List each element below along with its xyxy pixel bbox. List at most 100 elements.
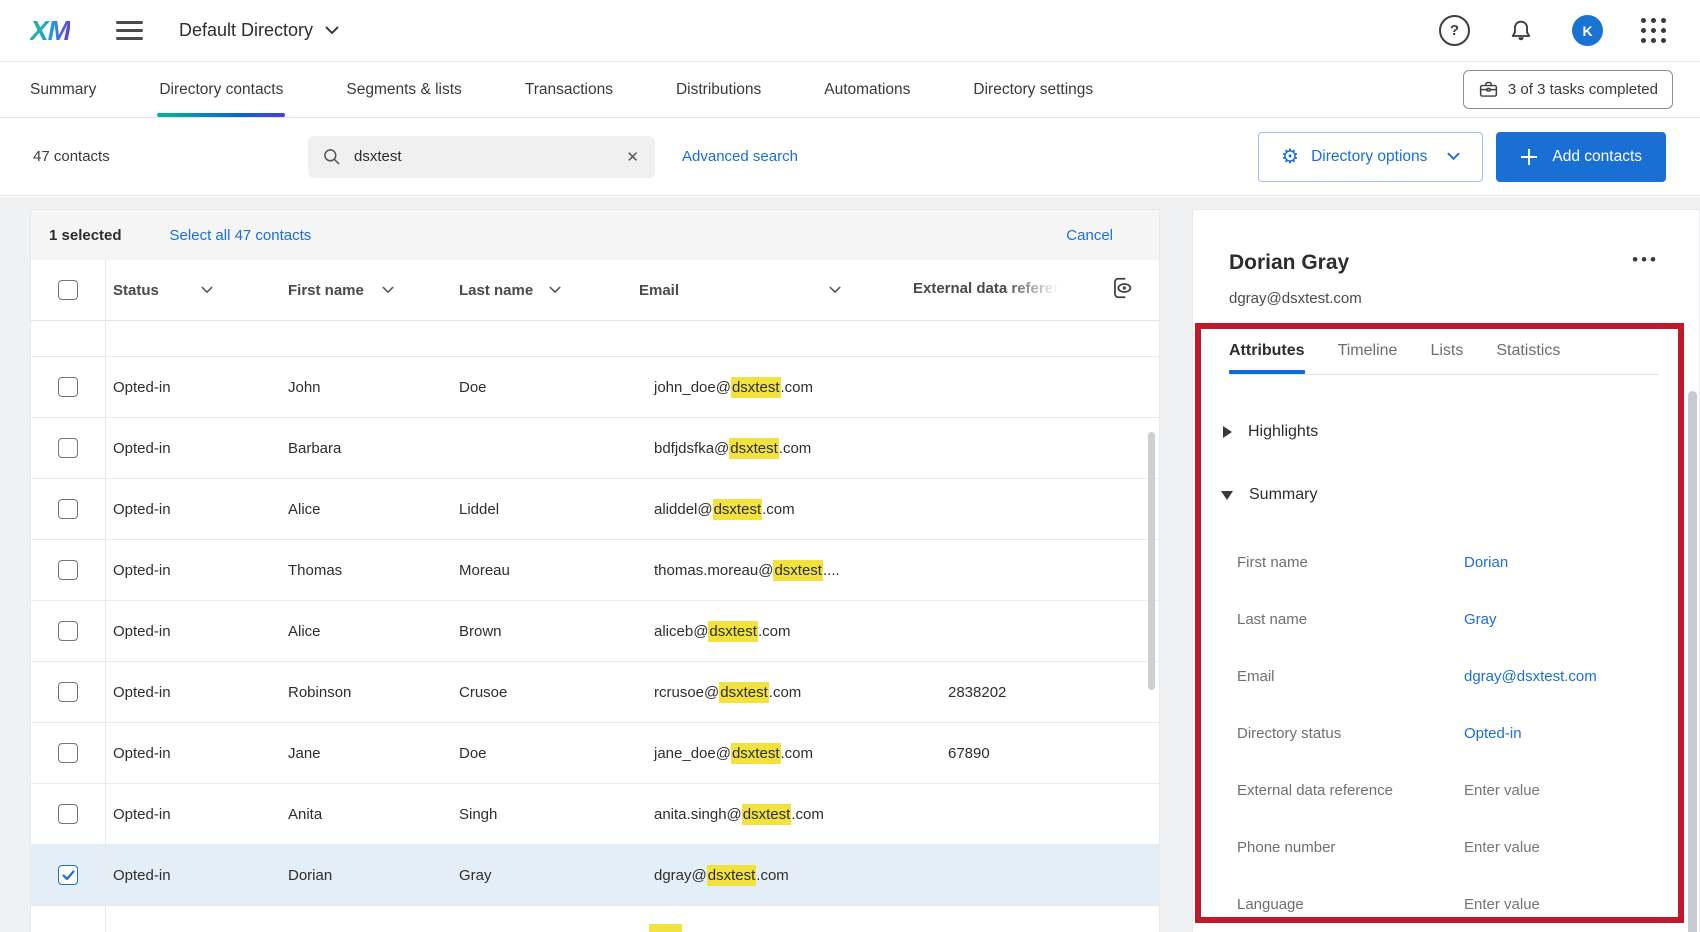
row-checkbox[interactable] [58,377,78,397]
last-name-cell: Gray [459,866,492,884]
topbar-actions: ? K [1439,15,1666,46]
attribute-label: External data reference [1237,781,1393,799]
first-name-cell: Thomas [288,561,343,579]
status-cell: Opted-in [113,561,171,579]
summary-section-toggle[interactable]: Summary [1221,483,1659,507]
tab-summary[interactable]: Summary [30,62,96,117]
email-cell: bdfjdsfka@dsxtest.com [654,437,812,459]
table-row[interactable]: Opted-in Thomas Moreau thomas.moreau@dsx… [31,540,1159,601]
attribute-label: First name [1237,553,1308,571]
panel-tab-statistics[interactable]: Statistics [1496,342,1560,374]
column-header-status[interactable]: Status [113,282,159,299]
chevron-down-icon[interactable] [549,286,561,294]
chevron-down-icon[interactable] [829,286,841,294]
chevron-down-icon[interactable] [382,286,394,294]
column-header-email[interactable]: Email [639,282,679,299]
column-header-last-name[interactable]: Last name [459,282,533,299]
row-checkbox[interactable] [58,804,78,824]
attribute-value-placeholder[interactable]: Enter value [1464,782,1540,799]
tab-label: Segments & lists [346,80,462,98]
app-grid-icon[interactable] [1641,18,1666,43]
attribute-label: Last name [1237,610,1308,628]
column-preview-icon[interactable] [1109,275,1135,305]
select-all-checkbox[interactable] [58,280,78,300]
attribute-value[interactable]: dgray@dsxtest.com [1464,668,1597,685]
attribute-value[interactable]: Gray [1464,611,1497,628]
attribute-value-placeholder[interactable]: Enter value [1464,896,1540,913]
contact-detail-panel: Dorian Gray ••• dgray@dsxtest.com Attrib… [1192,209,1700,932]
help-icon[interactable]: ? [1439,15,1470,46]
last-name-cell: Doe [459,378,487,396]
table-row[interactable]: Opted-in Alice Brown aliceb@dsxtest.com [31,601,1159,662]
first-name-cell: Alice [288,500,321,518]
table-row[interactable]: Opted-in John Doe john_doe@dsxtest.com [31,357,1159,418]
tab-segments-lists[interactable]: Segments & lists [346,62,461,117]
tab-automations[interactable]: Automations [824,62,910,117]
row-checkbox[interactable] [58,621,78,641]
xm-directory-app: XM Default Directory ? K Summary Directo… [0,0,1700,932]
directory-nav: Summary Directory contacts Segments & li… [0,62,1700,118]
tab-directory-settings[interactable]: Directory settings [973,62,1093,117]
table-row[interactable]: Opted-in Robinson Crusoe rcrusoe@dsxtest… [31,662,1159,723]
email-cell: anita.singh@dsxtest.com [654,803,824,825]
first-name-cell: Anita [288,805,323,823]
user-avatar[interactable]: K [1572,15,1603,46]
xm-logo: XM [30,14,71,46]
active-panel-tab-underline [1229,370,1305,374]
status-cell: Opted-in [113,622,171,640]
row-checkbox[interactable] [58,682,78,702]
table-row-selected[interactable]: Opted-in Dorian Gray dgray@dsxtest.com [31,845,1159,906]
first-name-cell: Barbara [288,439,342,457]
attribute-row: First name Dorian [1229,550,1659,574]
column-header-external-data-reference[interactable]: External data reference [913,280,1063,297]
attribute-value-placeholder[interactable]: Enter value [1464,839,1540,856]
row-checkbox[interactable] [58,438,78,458]
attribute-value[interactable]: Opted-in [1464,725,1522,742]
panel-tab-lists[interactable]: Lists [1430,342,1463,374]
panel-tab-timeline[interactable]: Timeline [1338,342,1398,374]
attribute-value[interactable]: Dorian [1464,554,1508,571]
search-highlight: dsxtest [719,681,769,703]
directory-options-button[interactable]: ⚙ Directory options [1258,131,1484,182]
row-checkbox[interactable] [58,499,78,519]
panel-tab-attributes[interactable]: Attributes [1229,342,1305,374]
chevron-down-icon[interactable] [201,286,213,294]
directory-switcher[interactable]: Default Directory [179,20,339,41]
help-glyph: ? [1449,22,1460,39]
add-contacts-button[interactable]: Add contacts [1496,131,1666,182]
tab-directory-contacts[interactable]: Directory contacts [157,62,286,117]
cancel-selection-link[interactable]: Cancel [1066,227,1113,244]
table-row[interactable]: Opted-in Barbara bdfjdsfka@dsxtest.com [31,418,1159,479]
first-name-cell: Robinson [288,683,352,701]
tab-distributions[interactable]: Distributions [676,62,761,117]
table-row[interactable]: Opted-in Anita Singh anita.singh@dsxtest… [31,784,1159,845]
clear-search-icon[interactable]: ✕ [626,148,639,166]
search-highlight: dsxtest [730,742,781,764]
last-name-cell: Moreau [459,561,510,579]
select-all-link[interactable]: Select all 47 contacts [170,227,312,244]
hamburger-menu-icon[interactable] [116,21,143,40]
topbar: XM Default Directory ? K [0,0,1700,62]
content-area: 1 selected Select all 47 contacts Cancel… [0,197,1700,932]
tasks-completed-badge[interactable]: 3 of 3 tasks completed [1462,70,1673,109]
more-options-icon[interactable]: ••• [1632,250,1659,270]
table-row[interactable]: Opted-in Alice Liddel aliddel@dsxtest.co… [31,479,1159,540]
row-checkbox[interactable] [58,560,78,580]
page-scrollbar-thumb[interactable] [1688,391,1697,932]
status-cell: Opted-in [113,683,171,701]
highlights-section-toggle[interactable]: Highlights [1223,420,1659,444]
external-data-cell: 67890 [948,744,990,762]
row-checkbox-checked[interactable] [58,865,78,885]
column-header-first-name[interactable]: First name [288,282,364,299]
notifications-bell-icon[interactable] [1508,18,1534,44]
status-cell: Opted-in [113,378,171,396]
advanced-search-link[interactable]: Advanced search [682,148,798,165]
table-scrollbar-thumb[interactable] [1148,432,1155,690]
add-contacts-label: Add contacts [1552,147,1642,165]
row-checkbox[interactable] [58,743,78,763]
tab-transactions[interactable]: Transactions [525,62,613,117]
table-row[interactable]: Opted-in Jane Doe jane_doe@dsxtest.com 6… [31,723,1159,784]
search-input[interactable]: dsxtest ✕ [308,135,655,178]
attribute-row: Language Enter value [1229,892,1659,916]
avatar-initial: K [1582,22,1593,39]
